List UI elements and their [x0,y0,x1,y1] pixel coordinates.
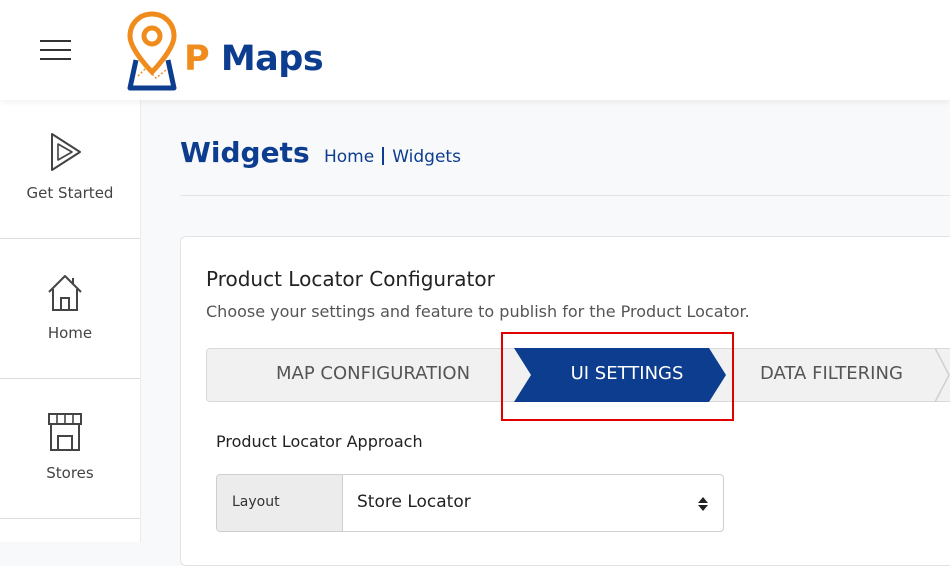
step-ui-settings[interactable]: UI SETTINGS [514,363,740,384]
sort-caret-icon [698,497,708,511]
breadcrumb-current: Widgets [392,147,461,167]
layout-addon-label: Layout [232,494,280,510]
store-icon [48,413,82,451]
approach-label: Product Locator Approach [216,432,423,451]
page-title: Widgets [180,136,310,169]
sidebar-item-get-started[interactable]: Get Started [0,100,140,239]
breadcrumb: Home Widgets [324,147,461,167]
sidebar-item-home[interactable]: Home [0,240,140,379]
sidebar-item-label: Stores [46,464,94,482]
card-subtitle: Choose your settings and feature to publ… [206,302,750,321]
logo-text: P Maps [184,39,324,79]
layout-select[interactable]: Store Locator [357,492,471,512]
card-title: Product Locator Configurator [206,267,495,291]
step-data-filtering[interactable]: DATA FILTERING [760,363,903,384]
sidebar-item-stores[interactable]: Stores [0,380,140,519]
home-icon [48,275,82,311]
divider [180,195,950,196]
sidebar-item-label: Get Started [26,184,114,202]
play-icon [51,133,81,171]
hamburger-icon[interactable] [40,40,72,60]
sidebar: Get Started Home Stores [0,100,141,542]
logo[interactable]: P Maps [126,10,346,92]
sidebar-item-label: Home [47,324,93,342]
breadcrumb-separator [382,147,385,165]
step-map-configuration[interactable]: MAP CONFIGURATION [276,363,470,384]
breadcrumb-home-link[interactable]: Home [324,147,374,167]
step-separator-chevron [935,348,950,402]
top-bar: P Maps [0,0,950,100]
